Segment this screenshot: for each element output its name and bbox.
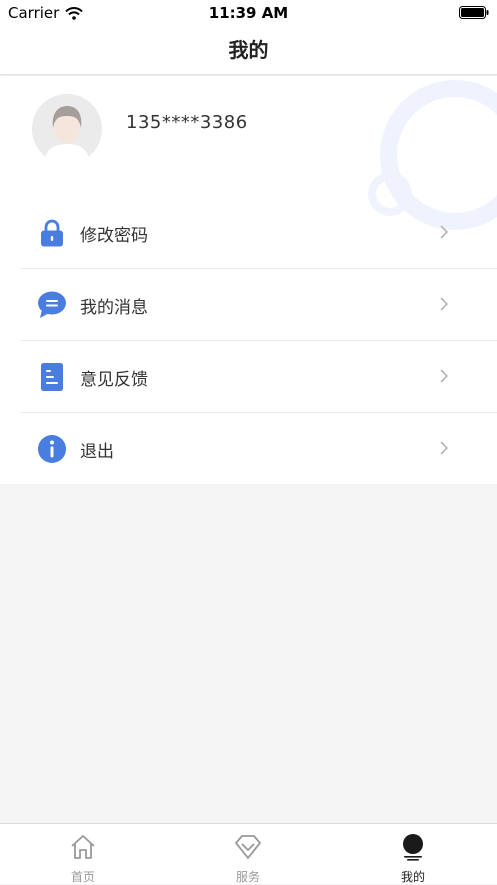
status-bar: Carrier 11:39 AM [0, 0, 497, 26]
menu-item-logout[interactable]: 退出 [20, 413, 497, 484]
tab-label: 首页 [70, 870, 95, 884]
menu-item-change-password[interactable]: 修改密码 [20, 197, 497, 269]
chevron-right-icon [440, 441, 449, 455]
tab-bar: 首页 服务 我的 [0, 823, 497, 884]
chevron-right-icon [440, 225, 449, 239]
battery-icon [459, 6, 489, 19]
user-phone: 135****3386 [126, 112, 248, 133]
tab-service[interactable]: 服务 [198, 824, 298, 884]
menu-item-feedback[interactable]: 意见反馈 [20, 341, 497, 413]
menu-item-label: 我的消息 [80, 298, 148, 318]
profile-icon [403, 834, 423, 861]
chevron-right-icon [440, 369, 449, 383]
menu-item-my-messages[interactable]: 我的消息 [20, 269, 497, 341]
chevron-right-icon [440, 297, 449, 311]
page-title: 我的 [228, 38, 269, 62]
tab-label: 服务 [235, 870, 260, 884]
diamond-icon [235, 835, 261, 859]
status-time: 11:39 AM [208, 4, 289, 22]
info-icon [38, 435, 66, 463]
menu-item-label: 意见反馈 [80, 370, 148, 390]
tab-label: 我的 [400, 870, 425, 884]
menu-item-label: 修改密码 [80, 226, 148, 246]
tab-home[interactable]: 首页 [33, 824, 133, 884]
home-icon [71, 835, 95, 859]
chat-bubble-icon [38, 291, 66, 318]
nav-bar: 我的 [0, 26, 497, 75]
menu-item-label: 退出 [80, 442, 114, 462]
document-icon [41, 363, 63, 391]
lock-icon [41, 219, 63, 247]
profile-section: 135****3386 修改密码 我的消息 意见反馈 退出 [0, 76, 497, 484]
avatar[interactable] [32, 94, 102, 164]
tab-mine[interactable]: 我的 [363, 824, 463, 884]
user-avatar-icon [32, 94, 102, 164]
